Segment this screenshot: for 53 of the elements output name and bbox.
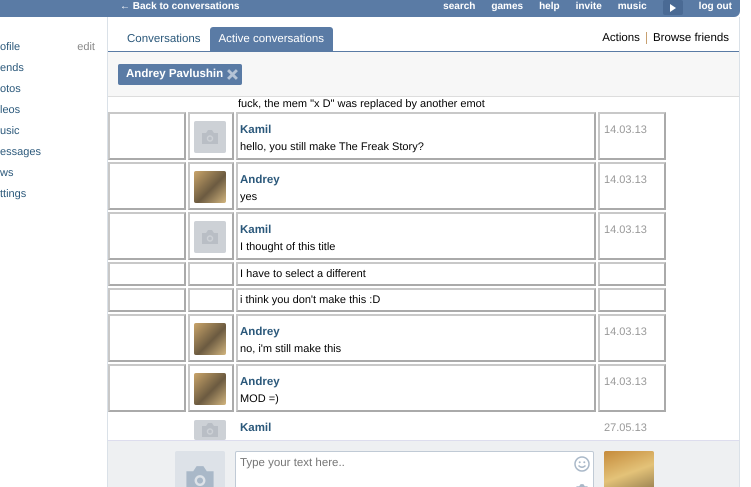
sidebar-item[interactable]: ends	[0, 62, 24, 74]
message-date: 14.03.13	[604, 224, 647, 236]
message-text: I thought of this title	[240, 240, 336, 256]
date-cell	[598, 262, 666, 286]
message-date: 27.05.13	[604, 422, 647, 434]
photo-placeholder[interactable]	[194, 323, 226, 355]
author-link[interactable]: Andrey	[240, 324, 594, 342]
message-text: hello, you still make The Freak Story?	[240, 140, 425, 156]
sidebar-item[interactable]: essages	[0, 146, 41, 158]
close-icon[interactable]	[227, 69, 238, 80]
back-link[interactable]: ← Back to conversations	[120, 0, 240, 17]
message-text: I have to select a different	[240, 267, 367, 282]
message-date: 14.03.13	[604, 124, 647, 136]
message-date: 14.03.13	[604, 326, 647, 338]
logout-link[interactable]: log out	[698, 0, 732, 17]
nav-link[interactable]: invite	[576, 0, 602, 17]
camera-icon	[200, 420, 220, 440]
tab[interactable]: Active conversations	[210, 26, 333, 51]
message-text: yes	[240, 190, 258, 206]
nav-link[interactable]: games	[491, 0, 524, 17]
author-link[interactable]: Andrey	[240, 374, 594, 392]
sidebar-item[interactable]: usic	[0, 125, 20, 137]
edit-link[interactable]: edit	[77, 37, 95, 58]
tab[interactable]: Conversations	[118, 26, 210, 51]
message-text: MOD =)	[240, 392, 280, 408]
smiley-icon[interactable]	[574, 456, 590, 472]
filter-chip[interactable]: Andrey Pavlushin	[118, 64, 242, 86]
avatar-cell	[188, 262, 234, 286]
action-link[interactable]: Browse friends	[652, 32, 729, 44]
nav-link[interactable]: help	[539, 0, 560, 17]
nav-link[interactable]: music	[618, 0, 647, 17]
sidebar-item[interactable]: ttings	[0, 188, 26, 200]
author-link[interactable]: Kamil	[240, 222, 594, 240]
author-link[interactable]: Andrey	[240, 172, 594, 190]
message-text: no, i'm still make this	[240, 342, 342, 358]
date-cell	[598, 288, 666, 312]
message-date: 14.03.13	[604, 376, 647, 388]
play-icon	[670, 4, 676, 12]
message-date: 14.03.13	[604, 174, 647, 186]
sidebar-item[interactable]: ofile	[0, 41, 20, 53]
sidebar-item[interactable]: leos	[0, 104, 20, 116]
message-text: i think you don't make this :D	[240, 293, 382, 308]
play-button[interactable]	[662, 0, 683, 15]
sidebar-item[interactable]: ws	[0, 167, 14, 179]
photo-placeholder[interactable]	[194, 171, 226, 203]
nav-link[interactable]: search	[443, 0, 476, 17]
action-link[interactable]: Actions	[602, 32, 640, 44]
photo-placeholder[interactable]	[194, 373, 226, 405]
avatar-cell	[188, 288, 234, 312]
message-text: fuck, the mem "x D" was replaced by another emot	[238, 98, 485, 110]
message-input[interactable]: Type your text here..	[235, 451, 594, 487]
author-link[interactable]: Kamil	[240, 122, 594, 140]
sidebar-item[interactable]: otos	[0, 83, 21, 95]
